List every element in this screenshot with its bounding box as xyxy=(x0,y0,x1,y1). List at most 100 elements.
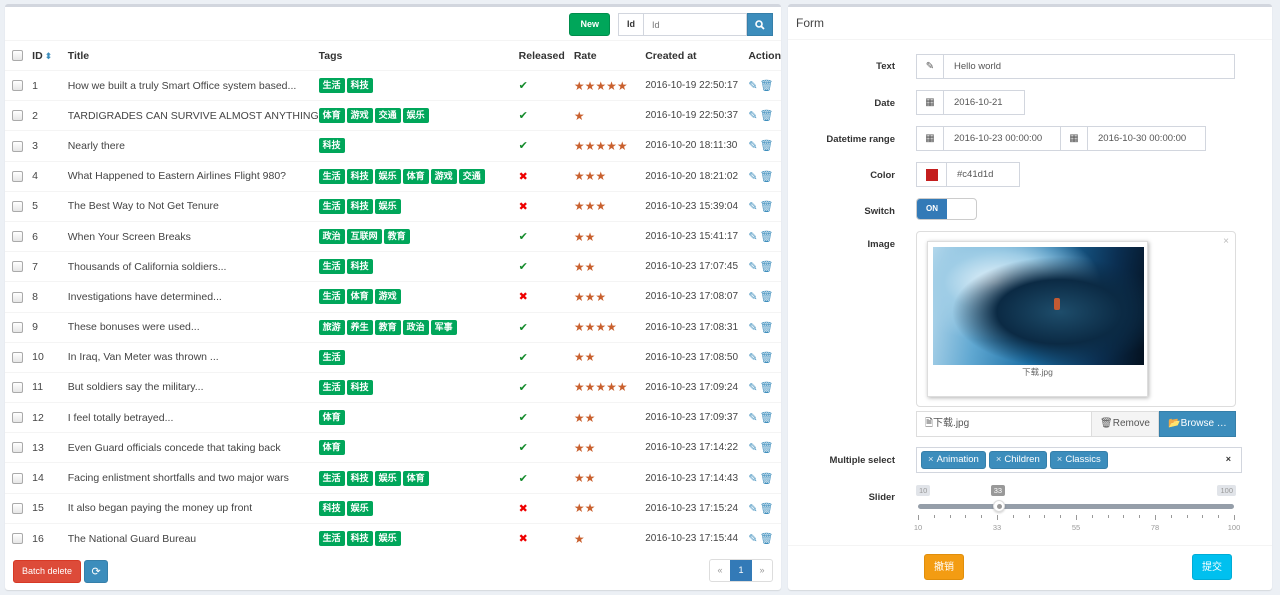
switch-label: Switch xyxy=(864,206,895,217)
datetime-end-input[interactable]: 2016-10-30 00:00:00 xyxy=(1088,126,1206,151)
submit-button[interactable]: 提交 xyxy=(1192,554,1232,580)
remove-chip-icon[interactable]: × xyxy=(1057,454,1063,465)
batch-delete-button[interactable]: Batch delete xyxy=(13,560,82,583)
new-button[interactable]: New xyxy=(569,13,610,36)
row-checkbox[interactable] xyxy=(12,80,23,92)
row-rate: ★★ xyxy=(573,432,646,463)
search-button[interactable] xyxy=(747,13,773,36)
row-checkbox[interactable] xyxy=(12,412,23,424)
sort-icon[interactable]: ⬍ xyxy=(45,51,53,61)
cancel-button[interactable]: 撤销 xyxy=(924,554,964,580)
select-all-checkbox[interactable] xyxy=(12,50,23,62)
check-icon: ✔ xyxy=(518,381,528,394)
row-checkbox[interactable] xyxy=(12,351,23,363)
row-checkbox[interactable] xyxy=(12,472,23,484)
row-tags: 生活 科技 xyxy=(318,69,519,101)
row-checkbox[interactable] xyxy=(12,502,23,514)
pagination-next[interactable]: » xyxy=(752,560,772,581)
column-header-id[interactable]: ID ⬍ xyxy=(32,40,68,71)
edit-icon[interactable]: ✎ xyxy=(748,321,757,334)
edit-icon[interactable]: ✎ xyxy=(748,230,757,243)
edit-icon[interactable]: ✎ xyxy=(748,139,757,152)
edit-icon[interactable]: ✎ xyxy=(748,200,757,213)
cross-icon: ✖ xyxy=(518,502,528,515)
edit-icon[interactable]: ✎ xyxy=(748,109,757,122)
trash-icon[interactable]: 🗑 xyxy=(760,230,774,243)
switch-toggle[interactable]: ON xyxy=(916,198,977,220)
slider-handle[interactable] xyxy=(992,500,1005,512)
color-input[interactable]: #c41d1d xyxy=(947,162,1020,187)
row-id: 9 xyxy=(32,311,68,343)
date-input[interactable]: 2016-10-21 xyxy=(944,90,1025,115)
row-checkbox[interactable] xyxy=(12,442,23,454)
datetime-start-input[interactable]: 2016-10-23 00:00:00 xyxy=(944,126,1061,151)
slider-tick xyxy=(1012,515,1014,518)
edit-icon[interactable]: ✎ xyxy=(748,290,757,303)
row-checkbox[interactable] xyxy=(12,140,23,152)
row-checkbox[interactable] xyxy=(12,231,23,243)
edit-icon[interactable]: ✎ xyxy=(748,441,757,454)
folder-open-icon: 📂 xyxy=(1168,418,1181,429)
trash-icon[interactable]: 🗑 xyxy=(760,411,774,424)
tag-badge: 娱乐 xyxy=(374,168,401,184)
pagination-prev[interactable]: « xyxy=(710,560,730,581)
edit-icon[interactable]: ✎ xyxy=(748,532,757,545)
row-checkbox[interactable] xyxy=(12,321,23,333)
trash-icon[interactable]: 🗑 xyxy=(760,472,774,485)
slider-track[interactable] xyxy=(918,504,1234,509)
trash-icon[interactable]: 🗑 xyxy=(760,532,774,545)
trash-icon[interactable]: 🗑 xyxy=(760,109,774,122)
row-checkbox[interactable] xyxy=(12,200,23,212)
trash-icon[interactable]: 🗑 xyxy=(760,381,774,394)
edit-icon[interactable]: ✎ xyxy=(748,170,757,183)
trash-icon[interactable]: 🗑 xyxy=(760,321,774,334)
row-checkbox[interactable] xyxy=(12,291,23,303)
trash-icon[interactable]: 🗑 xyxy=(760,502,774,515)
row-id: 2 xyxy=(32,100,68,131)
row-checkbox[interactable] xyxy=(12,382,23,394)
text-input[interactable]: Hello world xyxy=(944,54,1235,79)
edit-icon[interactable]: ✎ xyxy=(748,351,757,364)
edit-icon[interactable]: ✎ xyxy=(748,260,757,273)
edit-icon[interactable]: ✎ xyxy=(748,411,757,424)
pencil-icon: ✎ xyxy=(916,54,944,79)
remove-chip-icon[interactable]: × xyxy=(928,454,934,465)
multiple-select[interactable]: × Animation × Children × Classics × xyxy=(916,447,1242,473)
trash-icon[interactable]: 🗑 xyxy=(760,441,774,454)
slider-tick xyxy=(1123,515,1125,518)
remove-file-button[interactable]: 🗑Remove xyxy=(1092,411,1159,437)
tag-badge: 娱乐 xyxy=(402,108,429,124)
row-tags: 旅游 养生 教育 政治 军事 xyxy=(318,311,519,343)
row-checkbox[interactable] xyxy=(12,261,23,273)
remove-chip-icon[interactable]: × xyxy=(996,454,1002,465)
row-checkbox[interactable] xyxy=(12,110,23,122)
trash-icon[interactable]: 🗑 xyxy=(760,351,774,364)
trash-icon[interactable]: 🗑 xyxy=(760,260,774,273)
trash-icon[interactable]: 🗑 xyxy=(760,139,774,152)
star-rating: ★★ xyxy=(573,471,596,486)
tag-badge: 生活 xyxy=(318,259,345,275)
trash-icon[interactable]: 🗑 xyxy=(760,200,774,213)
refresh-button[interactable]: ⟳ xyxy=(84,560,109,583)
browse-file-button[interactable]: 📂Browse … xyxy=(1159,411,1236,437)
slider-label: Slider xyxy=(868,492,895,503)
row-tags: 体育 游戏 交通 娱乐 xyxy=(318,100,519,131)
edit-icon[interactable]: ✎ xyxy=(748,502,757,515)
row-tags: 科技 xyxy=(318,130,519,162)
row-released: ✔ xyxy=(518,341,574,373)
trash-icon[interactable]: 🗑 xyxy=(760,290,774,303)
edit-icon[interactable]: ✎ xyxy=(748,79,757,92)
id-search-input[interactable] xyxy=(643,13,747,36)
clear-selection-icon[interactable]: × xyxy=(1226,454,1231,464)
row-created-at: 2016-10-20 18:21:02 xyxy=(645,160,749,192)
edit-icon[interactable]: ✎ xyxy=(748,381,757,394)
row-checkbox[interactable] xyxy=(12,170,23,182)
trash-icon[interactable]: 🗑 xyxy=(760,170,774,183)
close-icon[interactable]: × xyxy=(1223,236,1229,247)
pagination-page-1[interactable]: 1 xyxy=(730,560,752,581)
trash-icon[interactable]: 🗑 xyxy=(760,79,774,92)
row-checkbox[interactable] xyxy=(12,533,23,545)
edit-icon[interactable]: ✎ xyxy=(748,472,757,485)
color-swatch[interactable] xyxy=(916,162,947,187)
range-slider[interactable]: 10 33 100 10 33 55 78 100 xyxy=(914,485,1240,535)
